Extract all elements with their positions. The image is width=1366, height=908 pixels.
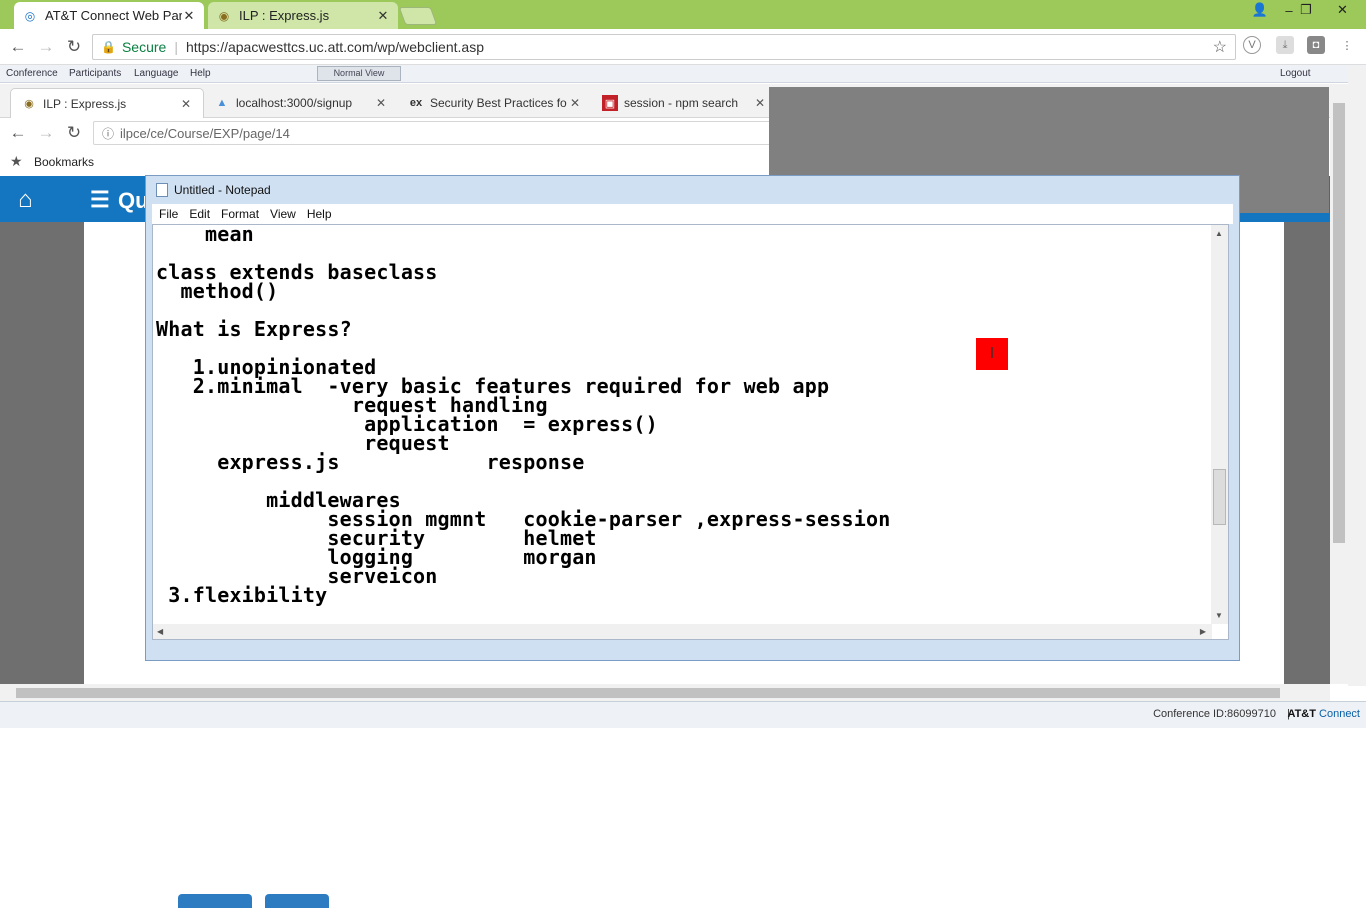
info-icon: ⓘ: [102, 126, 115, 141]
notepad-menu-bar: File Edit Format View Help: [152, 204, 1233, 224]
menu-edit[interactable]: Edit: [189, 207, 210, 221]
reset-button[interactable]: [265, 894, 329, 908]
menu-participants[interactable]: Participants: [69, 68, 121, 79]
menu-file[interactable]: File: [159, 207, 178, 221]
hamburger-icon[interactable]: ☰: [90, 187, 110, 213]
menu-help[interactable]: Help: [307, 207, 332, 221]
outer-vertical-scrollbar[interactable]: [1348, 66, 1366, 686]
outer-tab-title: ILP : Express.js: [239, 8, 330, 23]
forward-arrow-icon[interactable]: →: [34, 121, 58, 145]
profile-icon[interactable]: 👤: [1246, 0, 1274, 20]
home-icon[interactable]: ⌂: [18, 186, 33, 214]
secure-label: Secure: [121, 39, 167, 55]
notepad-line: 3.flexibility: [156, 583, 328, 607]
url-input[interactable]: 🔒 Secure | https://apacwesttcs.uc.att.co…: [92, 34, 1236, 60]
shared-url-text: ilpce/ce/Course/EXP/page/14: [120, 125, 290, 141]
shared-vertical-scroll-thumb[interactable]: [1333, 103, 1345, 543]
back-arrow-icon[interactable]: ←: [6, 35, 30, 59]
notepad-icon: [156, 183, 168, 197]
close-icon[interactable]: ✕: [376, 96, 388, 110]
shared-tab-title: Security Best Practices fo: [430, 96, 567, 110]
shared-horizontal-scroll-thumb[interactable]: [16, 688, 1280, 698]
lock-icon: 🔒: [101, 40, 116, 54]
outer-tab-att-connect[interactable]: ◎ AT&T Connect Web Partic ✕: [14, 2, 204, 29]
menu-help[interactable]: Help: [190, 68, 211, 79]
shared-tab-title: session - npm search: [624, 96, 739, 110]
menu-conference[interactable]: Conference: [6, 68, 58, 79]
scroll-right-icon[interactable]: ▶: [1200, 627, 1206, 636]
close-icon[interactable]: ✕: [182, 8, 196, 24]
ilp-logo-icon: ◉: [218, 8, 230, 23]
menu-format[interactable]: Format: [221, 207, 259, 221]
logout-link[interactable]: Logout: [1280, 68, 1311, 79]
notepad-vertical-scrollbar[interactable]: ▲ ▼: [1211, 225, 1228, 624]
close-icon[interactable]: ✕: [570, 96, 582, 110]
new-tab-button[interactable]: [398, 7, 438, 25]
back-arrow-icon[interactable]: ←: [6, 121, 30, 145]
star-icon: ★: [10, 153, 23, 169]
notepad-window: Untitled - Notepad File Edit Format View…: [145, 175, 1240, 661]
npm-logo-icon: ▣: [602, 95, 618, 111]
express-logo-icon: ex: [409, 97, 423, 109]
menu-dots-icon[interactable]: ⋮: [1338, 36, 1356, 54]
ilp-logo-icon: ◉: [24, 98, 34, 110]
normal-view-button[interactable]: Normal View: [317, 66, 401, 81]
close-icon[interactable]: ✕: [755, 96, 767, 110]
close-icon[interactable]: ✕: [181, 97, 193, 111]
att-connect-logo: AT&T Connect: [1287, 708, 1360, 720]
extension-pdf-icon[interactable]: ⤓: [1276, 36, 1294, 54]
brand-name: AT&T: [1287, 708, 1316, 720]
forward-arrow-icon[interactable]: →: [34, 35, 58, 59]
notepad-horizontal-scrollbar[interactable]: ◀ ▶: [153, 624, 1212, 639]
maximize-icon[interactable]: ❐: [1292, 0, 1320, 20]
submit-button[interactable]: [178, 894, 252, 908]
conference-menu-bar: Conference Participants Language Help No…: [0, 65, 1366, 83]
shared-tab-security[interactable]: ex Security Best Practices fo ✕: [398, 88, 592, 118]
notepad-line: What is Express?: [156, 317, 352, 341]
outer-tab-title: AT&T Connect Web Partic: [45, 8, 182, 23]
scroll-left-icon[interactable]: ◀: [157, 627, 163, 636]
brand-suffix: Connect: [1319, 708, 1360, 720]
shared-tab-title: localhost:3000/signup: [236, 96, 353, 110]
notepad-title: Untitled - Notepad: [174, 183, 271, 197]
scroll-down-icon[interactable]: ▼: [1215, 611, 1223, 620]
bookmark-star-icon[interactable]: ☆: [1213, 37, 1227, 57]
extension-puzzle-icon[interactable]: ◘: [1307, 36, 1325, 54]
close-icon[interactable]: ✕: [376, 8, 390, 24]
localhost-icon: ▲: [216, 97, 228, 109]
menu-language[interactable]: Language: [134, 68, 179, 79]
outer-tab-bar: ◎ AT&T Connect Web Partic ✕ ◉ ILP : Expr…: [0, 0, 1366, 29]
shared-url-input[interactable]: ⓘ ilpce/ce/Course/EXP/page/14: [93, 121, 773, 145]
text-cursor-icon: I: [989, 345, 995, 362]
conference-id: Conference ID:86099710: [1153, 708, 1276, 720]
scroll-up-icon[interactable]: ▲: [1215, 229, 1223, 238]
bookmarks-label[interactable]: Bookmarks: [34, 155, 94, 169]
outer-tab-express[interactable]: ◉ ILP : Express.js ✕: [208, 2, 398, 29]
divider: |: [174, 39, 178, 55]
menu-view[interactable]: View: [270, 207, 296, 221]
shared-tab-signup[interactable]: ▲ localhost:3000/signup ✕: [204, 88, 398, 118]
outer-address-bar: ← → ↻ 🔒 Secure | https://apacwesttcs.uc.…: [0, 29, 1366, 65]
url-text: https://apacwesttcs.uc.att.com/wp/webcli…: [185, 39, 484, 55]
notepad-text[interactable]: mean class extends baseclass method() Wh…: [156, 225, 1211, 625]
shared-tab-express[interactable]: ◉ ILP : Express.js ✕: [10, 88, 204, 118]
reload-icon[interactable]: ↻: [62, 121, 86, 145]
app-title: Qu: [118, 188, 149, 213]
notepad-line: method(): [156, 279, 279, 303]
notepad-line: class extends baseclass: [156, 260, 438, 284]
notepad-line: express.js response: [156, 450, 585, 474]
notepad-title-bar[interactable]: Untitled - Notepad: [146, 176, 1239, 204]
extension-v-icon[interactable]: V: [1243, 36, 1261, 54]
window-close-icon[interactable]: ✕: [1319, 0, 1366, 20]
shared-tab-npm[interactable]: ▣ session - npm search ✕: [592, 88, 777, 118]
remote-cursor-highlight: I: [976, 338, 1008, 370]
conference-status-bar: Conference ID:86099710 | AT&T Connect: [0, 701, 1366, 728]
reload-icon[interactable]: ↻: [62, 35, 86, 59]
shared-tab-title: ILP : Express.js: [43, 96, 127, 111]
att-globe-icon: ◎: [24, 8, 36, 23]
notepad-scroll-thumb[interactable]: [1213, 469, 1226, 525]
notepad-line: mean: [156, 225, 254, 246]
notepad-editor[interactable]: mean class extends baseclass method() Wh…: [152, 224, 1229, 640]
